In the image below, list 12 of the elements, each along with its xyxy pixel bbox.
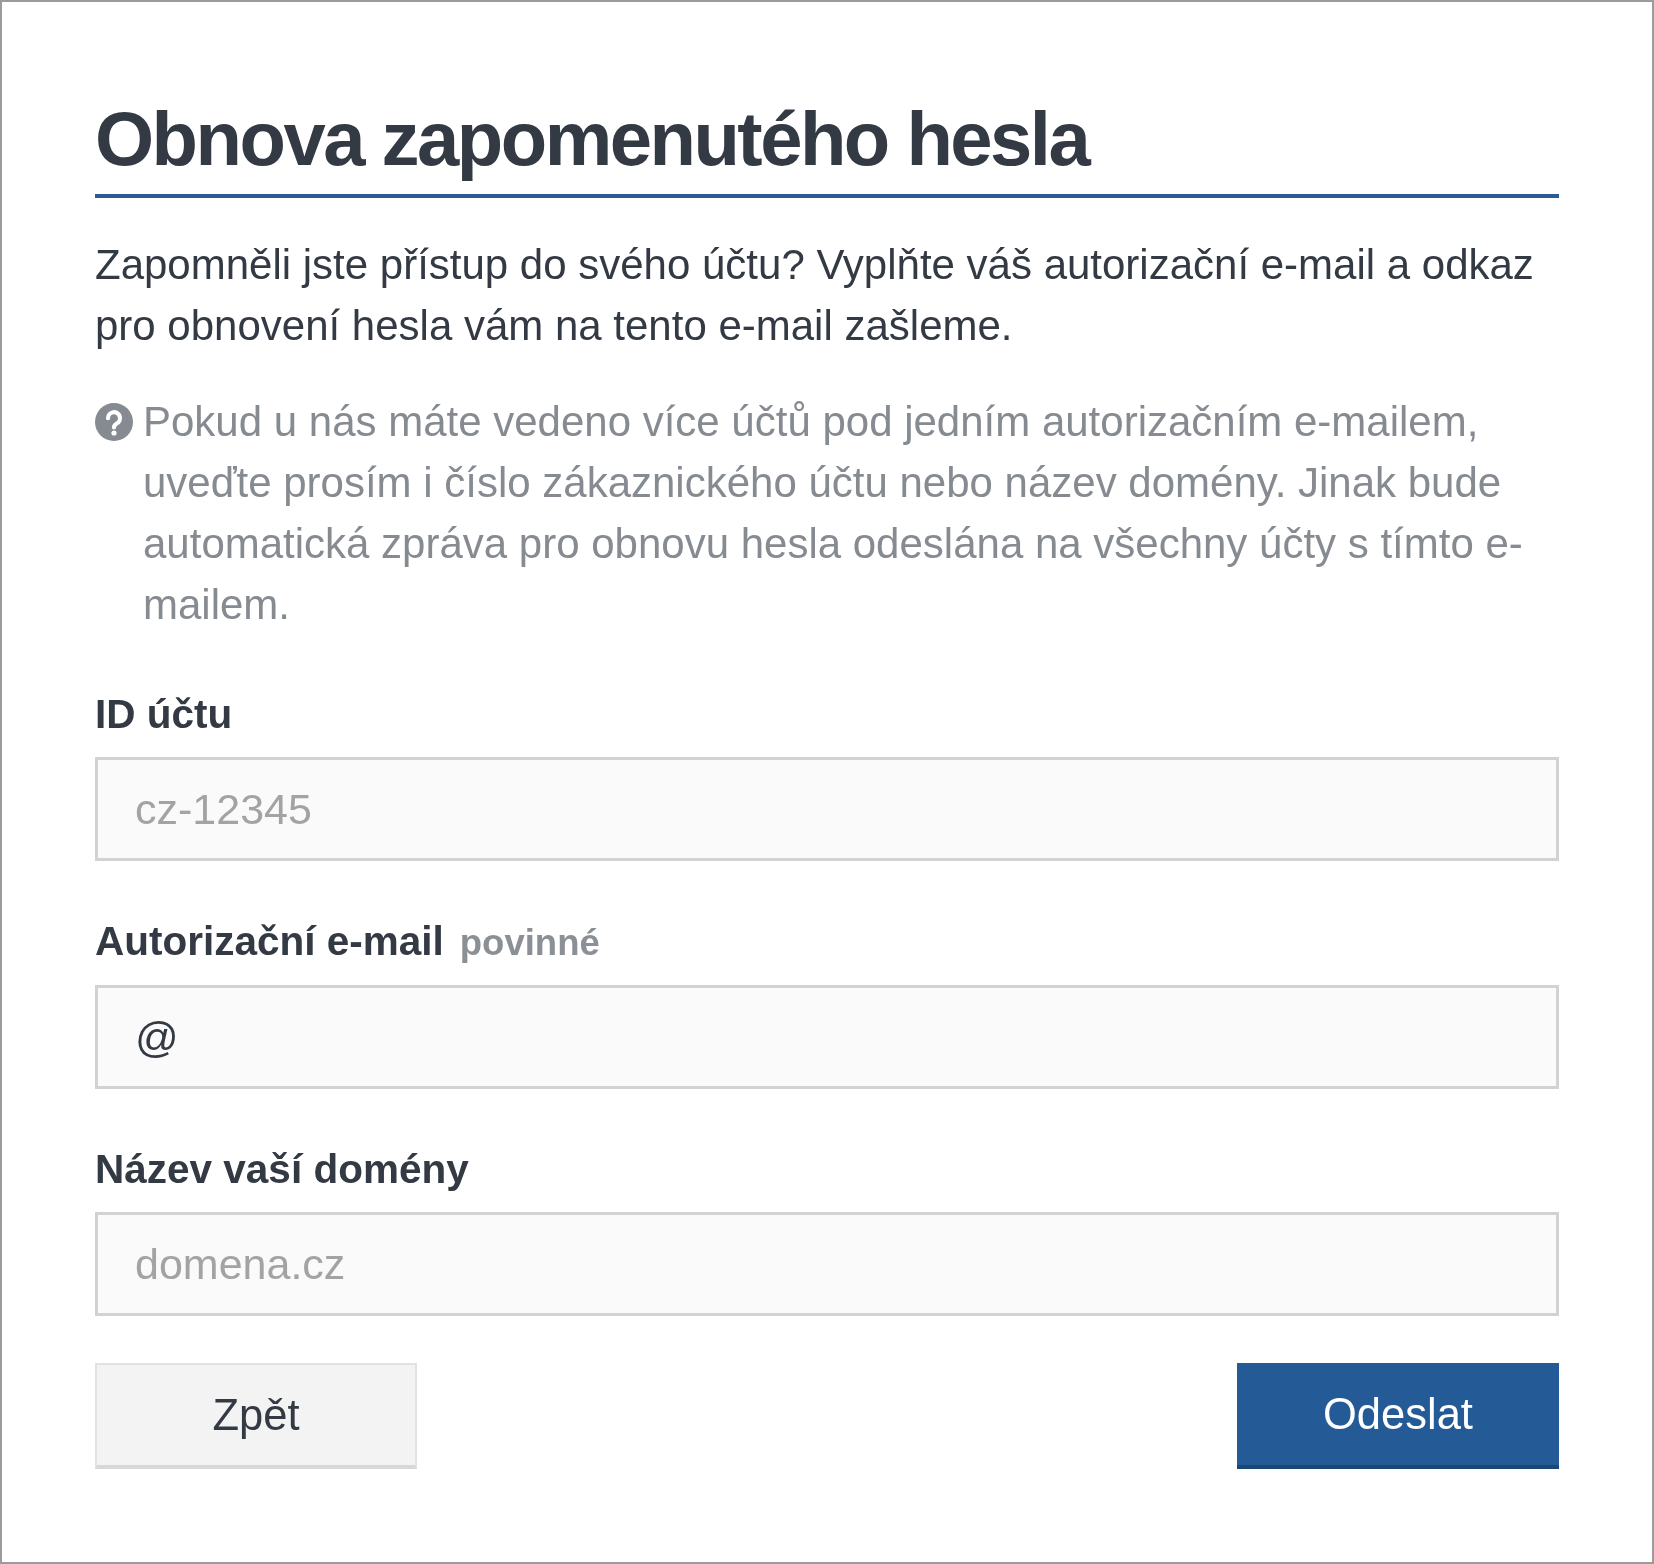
help-icon	[95, 403, 133, 441]
input-field[interactable]: @	[95, 985, 1559, 1089]
submit-button[interactable]: Odeslat	[1237, 1363, 1559, 1469]
required-note: povinné	[459, 921, 600, 965]
back-button[interactable]: Zpět	[95, 1363, 417, 1469]
input-field[interactable]: cz-12345	[95, 757, 1559, 861]
field-label: Název vaší domény	[95, 1145, 469, 1194]
hint-text: Pokud u nás máte vedeno více účtů pod jedním autorizačním e-mailem, uveďte prosím i číslo zákaznického účtu nebo název domény. Jinak bude automatická zpráva pro obnovu hesla odeslána na všechny účty s tímto e-mailem.	[143, 397, 1524, 630]
field-label: Autorizační e-mail	[95, 917, 444, 966]
input-field[interactable]: domena.cz	[95, 1212, 1559, 1316]
field-label: ID účtu	[95, 690, 233, 739]
intro-text: Zapomněli jste přístup do svého účtu? Vyplňte váš autorizační e-mail a odkaz pro obnovení hesla vám na tento e-mail zašleme.	[95, 240, 1535, 351]
